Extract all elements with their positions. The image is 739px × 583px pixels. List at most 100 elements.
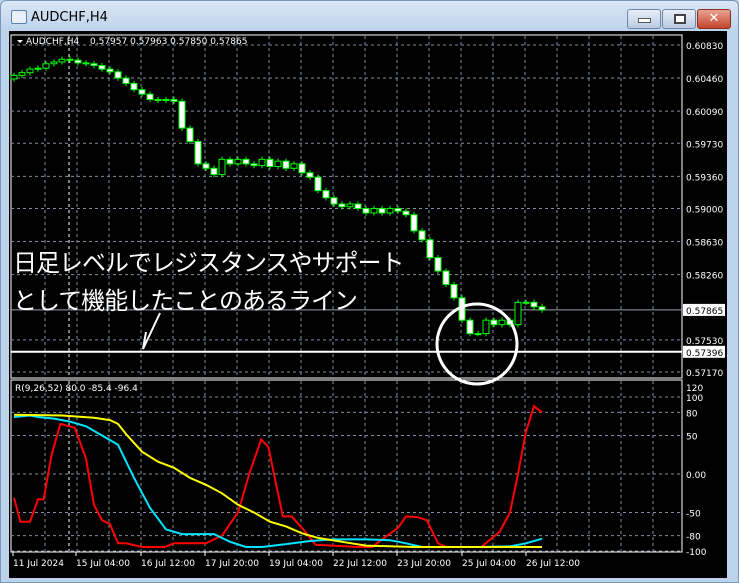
price-tick-label: 0.59730 bbox=[686, 140, 723, 150]
candle-body bbox=[266, 158, 274, 168]
time-tick-label: 17 Jul 20:00 bbox=[205, 559, 259, 569]
candle-body bbox=[346, 203, 354, 208]
indicator-tick-label: -50 bbox=[686, 510, 701, 520]
candle-body bbox=[90, 63, 98, 67]
chart-window-icon bbox=[11, 10, 27, 24]
indicator-tick-label: 100 bbox=[686, 394, 703, 404]
indicator-label: R(9,26,52) 80.0 -85.4 -96.4 bbox=[15, 384, 138, 394]
candle-body bbox=[114, 71, 122, 79]
time-tick-label: 22 Jul 12:00 bbox=[333, 559, 387, 569]
candle-body bbox=[178, 100, 186, 129]
current-price-label: 0.57865 bbox=[686, 307, 723, 317]
candle-body bbox=[362, 208, 370, 214]
annotation-line1: 日足レベルでレジスタンスやサポート bbox=[13, 249, 405, 277]
candle-body bbox=[218, 158, 226, 176]
candle-body bbox=[10, 74, 18, 80]
candle-body bbox=[418, 230, 426, 241]
candle-body bbox=[386, 208, 394, 214]
time-tick-label: 19 Jul 04:00 bbox=[269, 559, 323, 569]
close-icon: ✕ bbox=[708, 11, 720, 26]
candle-body bbox=[138, 89, 146, 95]
maximize-button[interactable] bbox=[662, 9, 696, 29]
candle-body bbox=[258, 158, 266, 167]
candle-body bbox=[354, 203, 362, 210]
candle-body bbox=[130, 82, 138, 91]
close-button[interactable]: ✕ bbox=[697, 9, 731, 29]
candle-body bbox=[434, 257, 442, 272]
candle-body bbox=[426, 239, 434, 259]
candle-body bbox=[314, 176, 322, 192]
candle-body bbox=[466, 319, 474, 335]
symbol-label: AUDCHF,H4 bbox=[26, 37, 80, 47]
candle-body bbox=[122, 77, 130, 84]
indicator-tick-label: 120 bbox=[686, 384, 703, 394]
minimize-button[interactable] bbox=[627, 9, 661, 29]
indicator-tick-label: -80 bbox=[686, 533, 701, 543]
price-tick-label: 0.58630 bbox=[686, 239, 723, 249]
candle-body bbox=[42, 63, 50, 69]
candle-body bbox=[210, 167, 218, 176]
candle-body bbox=[226, 158, 234, 165]
indicator-tick-label: 50 bbox=[686, 433, 698, 443]
candle-body bbox=[474, 333, 482, 336]
candle-body bbox=[290, 163, 298, 169]
candle-body bbox=[186, 127, 194, 142]
candle-body bbox=[490, 319, 498, 326]
price-tick-label: 0.60090 bbox=[686, 108, 723, 118]
time-tick-label: 26 Jul 12:00 bbox=[526, 559, 580, 569]
maximize-icon bbox=[674, 14, 686, 24]
price-tick-label: 0.57170 bbox=[686, 369, 723, 379]
candle-body bbox=[514, 301, 522, 326]
time-tick-label: 15 Jul 04:00 bbox=[76, 559, 130, 569]
arrow-annotation bbox=[142, 312, 161, 350]
candle-body bbox=[234, 158, 242, 165]
hline-price-label: 0.57396 bbox=[686, 349, 723, 359]
price-tick-label: 0.57530 bbox=[686, 337, 723, 347]
candle-body bbox=[58, 58, 66, 63]
indicator-tick-label: -100 bbox=[686, 548, 707, 558]
time-tick-label: 16 Jul 12:00 bbox=[141, 559, 195, 569]
candle-body bbox=[298, 163, 306, 174]
candle-body bbox=[538, 306, 546, 311]
candle-body bbox=[274, 160, 282, 168]
price-tick-label: 0.58260 bbox=[686, 272, 723, 282]
candle-body bbox=[378, 208, 386, 214]
candle-body bbox=[106, 68, 114, 73]
highlight-circle bbox=[435, 302, 519, 386]
triangle-down-icon bbox=[17, 40, 23, 43]
candle-body bbox=[242, 158, 250, 165]
indicator-tick-label: 0.00 bbox=[686, 471, 706, 481]
indicator-tick-label: 80 bbox=[686, 409, 698, 419]
candle-body bbox=[450, 283, 458, 299]
candle-body bbox=[306, 172, 314, 178]
candle-body bbox=[282, 160, 290, 169]
ohlc-label: 0.57957 0.57963 0.57850 0.57865 bbox=[90, 37, 247, 47]
candle-body bbox=[194, 140, 202, 165]
window-title: AUDCHF,H4 bbox=[31, 10, 108, 25]
candle-body bbox=[82, 62, 90, 65]
candle-body bbox=[250, 163, 258, 167]
candle-body bbox=[154, 99, 162, 101]
candle-body bbox=[498, 319, 506, 326]
candle-body bbox=[98, 65, 106, 70]
candle-body bbox=[170, 99, 178, 102]
candle-body bbox=[18, 72, 26, 76]
time-tick-label: 25 Jul 04:00 bbox=[462, 559, 516, 569]
candle-body bbox=[394, 208, 402, 212]
indicator-series-line bbox=[13, 413, 542, 548]
candle-body bbox=[330, 197, 338, 205]
candle-body bbox=[74, 59, 82, 64]
candle-body bbox=[442, 270, 450, 285]
candle-body bbox=[66, 58, 74, 61]
annotation-line2: として機能したことのあるライン bbox=[13, 287, 358, 315]
price-tick-label: 0.60460 bbox=[686, 75, 723, 85]
candle-body bbox=[338, 203, 346, 208]
candle-body bbox=[522, 301, 530, 304]
price-tick-label: 0.59000 bbox=[686, 206, 723, 216]
time-tick-label: 23 Jul 20:00 bbox=[397, 559, 451, 569]
candle-body bbox=[410, 214, 418, 232]
price-tick-label: 0.60830 bbox=[686, 42, 723, 52]
time-tick-label: 11 Jul 2024 bbox=[13, 559, 64, 569]
indicator-series-line bbox=[13, 404, 543, 548]
candle-body bbox=[370, 208, 378, 214]
